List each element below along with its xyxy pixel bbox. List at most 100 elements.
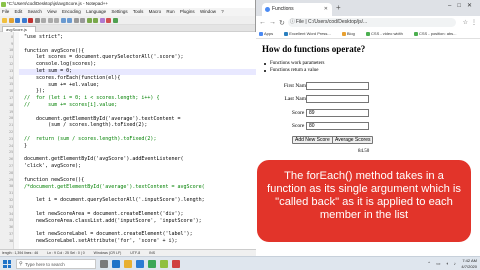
line-number: 8 xyxy=(11,34,13,39)
status-encoding: UTF-8 xyxy=(130,251,141,255)
open-file-icon[interactable] xyxy=(8,17,14,23)
save-all-icon[interactable] xyxy=(21,17,27,23)
last-name-field[interactable] xyxy=(306,95,369,103)
menu-file[interactable]: File xyxy=(2,9,9,14)
first-name-field[interactable] xyxy=(306,82,369,90)
menu-search[interactable]: Search xyxy=(28,9,42,14)
minimize-icon[interactable]: – xyxy=(448,3,457,9)
first-name-row: First Name: xyxy=(256,82,480,92)
score1-field[interactable] xyxy=(306,109,369,117)
browser-tabbar: Functions ✕ + –□✕ xyxy=(256,0,480,16)
maximize-icon[interactable]: □ xyxy=(457,3,467,9)
site-info-icon[interactable]: ⓘ xyxy=(290,18,295,27)
menu-plugins[interactable]: Plugins xyxy=(180,9,195,14)
file-explorer-icon[interactable] xyxy=(124,260,132,268)
bookmark-item[interactable]: CSS - position: abs... xyxy=(413,31,462,36)
menu-settings[interactable]: Settings xyxy=(111,9,127,14)
window-controls: –□✕ xyxy=(448,2,478,9)
line-number: 36 xyxy=(9,225,13,230)
taskbar-search[interactable]: ⚲ Type here to search xyxy=(16,259,96,269)
copy-icon[interactable] xyxy=(47,17,53,23)
chrome-icon[interactable] xyxy=(148,260,156,268)
bookmark-icon xyxy=(413,31,418,36)
line-number: 26 xyxy=(9,157,13,162)
browser-tab[interactable]: Functions ✕ xyxy=(262,3,332,16)
forward-icon[interactable]: → xyxy=(269,19,276,26)
store-icon[interactable] xyxy=(136,260,144,268)
menu-edit[interactable]: Edit xyxy=(15,9,23,14)
code-line: sum += +el.value; xyxy=(24,81,100,88)
line-number: 37 xyxy=(9,232,13,236)
redo-icon[interactable] xyxy=(67,17,72,23)
apps-grid-icon xyxy=(259,31,263,36)
bookmark-item[interactable]: CSS - video width xyxy=(366,31,408,36)
line-number: 29 xyxy=(9,177,13,182)
task-view-icon[interactable] xyxy=(100,260,108,268)
menu-run[interactable]: Run xyxy=(166,9,174,14)
undo-icon[interactable] xyxy=(60,17,66,23)
menu-language[interactable]: Language xyxy=(86,9,106,14)
system-tray-icons[interactable]: ⌃ ▭ ◖ ♪ xyxy=(427,261,458,267)
code-line: } xyxy=(24,142,28,149)
notepad-statusbar: length : 1,394 lines : 46 Ln : 9 Col : 2… xyxy=(0,249,256,256)
reload-icon[interactable]: ↻ xyxy=(279,19,285,27)
notepad-toolbar xyxy=(0,16,255,25)
close-file-icon[interactable] xyxy=(28,17,33,23)
cut-icon[interactable] xyxy=(41,17,46,23)
app-icon[interactable] xyxy=(172,260,180,268)
code-line: let sum = 0; xyxy=(24,68,73,74)
menu-help[interactable]: ? xyxy=(221,9,224,14)
last-name-label: Last Name: xyxy=(284,96,310,102)
line-number: 18 xyxy=(9,102,13,107)
menu-macro[interactable]: Macro xyxy=(149,9,162,14)
macro-stop-icon[interactable] xyxy=(106,17,111,23)
menu-view[interactable]: View xyxy=(47,9,57,14)
paste-icon[interactable] xyxy=(54,17,59,23)
new-tab-icon[interactable]: + xyxy=(336,3,341,13)
menu-tools[interactable]: Tools xyxy=(133,9,144,14)
new-file-icon[interactable] xyxy=(2,17,7,23)
add-new-score-button[interactable]: Add New Score xyxy=(292,136,333,144)
status-eol: Windows (CR LF) xyxy=(93,251,122,255)
status-mode: INS xyxy=(149,251,156,255)
bookmark-icon xyxy=(366,31,371,36)
code-line: console.log(scores); xyxy=(24,61,97,68)
close-tab-icon[interactable]: ✕ xyxy=(324,3,328,16)
edge-icon[interactable] xyxy=(112,260,120,268)
macro-play-icon[interactable] xyxy=(112,17,118,23)
line-number: 9 xyxy=(11,41,13,46)
code-editor[interactable]: 8 "use strict"; 9 10 function avgScore(){11 … xyxy=(0,32,256,249)
windows-start-icon[interactable] xyxy=(3,260,11,268)
line-number: 22 xyxy=(9,130,13,134)
line-number: 10 xyxy=(9,48,13,53)
save-icon[interactable] xyxy=(15,17,20,23)
bookmark-apps[interactable]: Apps xyxy=(259,31,278,36)
line-number: 24 xyxy=(9,143,13,148)
code-line: function newScore(){ xyxy=(24,176,85,183)
star-icon[interactable]: ☆ xyxy=(463,19,468,26)
bookmark-item[interactable]: Blog xyxy=(341,31,360,36)
zoom-in-icon[interactable] xyxy=(86,17,92,23)
code-line: (sum / scores.length).toFixed(2); xyxy=(24,122,148,129)
average-scores-button[interactable]: Average Scores xyxy=(332,136,374,144)
score1-row: Score 1: xyxy=(256,109,480,119)
menu-dots-icon[interactable]: ⋮ xyxy=(471,19,477,26)
bookmark-item[interactable]: Excellent Word Press... xyxy=(284,31,336,36)
replace-icon[interactable] xyxy=(80,17,85,23)
clock[interactable]: 7:42 AM 4/7/2020 xyxy=(461,258,477,270)
menu-window[interactable]: Window xyxy=(200,9,216,14)
back-icon[interactable]: ← xyxy=(259,19,266,26)
address-bar[interactable]: ⓘ File | C:/Users/cod/Desktop/js/... xyxy=(287,18,456,27)
print-icon[interactable] xyxy=(34,17,40,23)
code-line: 'click', avgScore); xyxy=(24,163,82,170)
find-icon[interactable] xyxy=(73,17,79,23)
macro-record-icon[interactable] xyxy=(99,17,105,23)
score2-field[interactable] xyxy=(306,122,369,130)
code-line: newScoreLabel.setAttribute('for', 'score… xyxy=(24,238,178,244)
zoom-out-icon[interactable] xyxy=(93,17,98,23)
close-window-icon[interactable]: ✕ xyxy=(467,3,478,9)
line-number: 13 xyxy=(9,68,13,73)
menu-encoding[interactable]: Encoding xyxy=(62,9,81,14)
notepadpp-icon[interactable] xyxy=(160,260,168,268)
code-line: function avgScore(){ xyxy=(24,47,85,54)
